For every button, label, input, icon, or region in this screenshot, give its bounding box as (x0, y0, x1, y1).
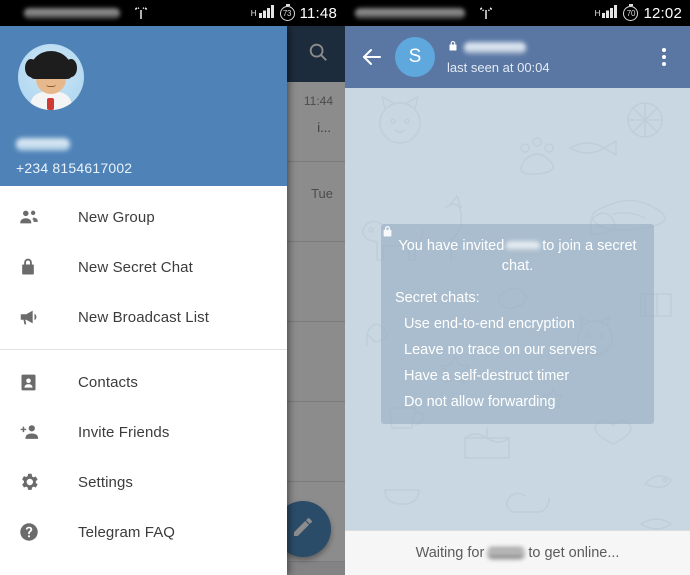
help-circle-icon (18, 521, 62, 543)
account-phone-number: +234 8154617002 (16, 160, 133, 176)
sidebar-item-label: New Broadcast List (78, 308, 210, 326)
avatar[interactable] (18, 44, 84, 110)
carrier-label-blurred (24, 7, 120, 19)
group-icon (18, 206, 62, 228)
clock-label: 11:48 (299, 4, 337, 22)
sidebar-item-settings[interactable]: Settings (0, 457, 287, 507)
secret-chat-screen: S last seen at 00:04 You have invited to… (345, 26, 690, 575)
signal-bars-icon (602, 4, 618, 23)
lock-icon (447, 39, 459, 58)
contact-card-icon (18, 372, 62, 393)
battery-circle-icon: 73 (279, 3, 295, 21)
add-person-icon (18, 421, 62, 443)
lock-icon (18, 256, 62, 278)
contact-name-blurred (487, 547, 526, 559)
waiting-status-bar: Waiting for to get online... (345, 530, 690, 575)
secret-chats-heading: Secret chats: (395, 290, 480, 306)
overflow-menu-icon[interactable] (650, 48, 678, 66)
feature-label: Leave no trace on our servers (404, 342, 597, 358)
feature-row: Have a self-destruct timer (383, 226, 640, 384)
navigation-drawer: +234 8154617002 New Group New Secret Cha… (0, 26, 287, 575)
feature-row: Do not allow forwarding (383, 226, 640, 410)
back-arrow-icon[interactable] (357, 45, 387, 69)
contact-name-blurred (506, 240, 541, 252)
clock-label: 12:02 (643, 4, 682, 22)
sidebar-item-new-secret-chat[interactable]: New Secret Chat (0, 242, 287, 292)
wifi-icon (132, 6, 150, 20)
drawer-menu: New Group New Secret Chat New Broadcast … (0, 186, 287, 575)
battery-circle-icon: 70 (623, 3, 639, 21)
status-icons-right: H 70 12:02 (594, 3, 684, 23)
status-icons-left: H 73 11:48 (250, 3, 339, 23)
signal-bars-icon (258, 4, 275, 23)
screenshot-stage: H 73 11:48 11:44 i... Tue +234 815461700… (0, 0, 690, 575)
feature-row: Leave no trace on our servers (383, 226, 640, 358)
waiting-prefix: Waiting for (415, 545, 485, 561)
feature-row: Use end-to-end encryption (383, 226, 640, 332)
chat-wallpaper: You have invited to join a secret chat. S… (345, 88, 690, 530)
status-bar-left: H 73 11:48 (0, 0, 345, 26)
sidebar-item-contacts[interactable]: Contacts (0, 357, 287, 407)
sidebar-item-label: Contacts (78, 373, 138, 391)
carrier-label-blurred (355, 7, 465, 19)
sidebar-item-label: Invite Friends (78, 423, 170, 441)
drawer-divider (0, 349, 287, 350)
network-type-label: H (594, 8, 601, 18)
gear-icon (18, 471, 62, 493)
avatar[interactable]: S (395, 37, 435, 77)
sidebar-item-invite-friends[interactable]: Invite Friends (0, 407, 287, 457)
sidebar-item-label: Settings (78, 473, 133, 491)
service-message-bubble: You have invited to join a secret chat. S… (381, 224, 654, 424)
invite-text: You have invited to join a secret chat. (395, 236, 640, 276)
waiting-suffix: to get online... (528, 545, 620, 561)
sidebar-item-new-broadcast-list[interactable]: New Broadcast List (0, 292, 287, 342)
left-app-body: 11:44 i... Tue +234 8154617002 New Group… (0, 26, 345, 575)
feature-label: Use end-to-end encryption (404, 316, 575, 332)
contact-status-label: last seen at 00:04 (447, 59, 550, 75)
right-screenshot: H 70 12:02 S last seen at 00:04 You have… (345, 0, 690, 575)
sidebar-item-label: Telegram FAQ (78, 523, 176, 541)
drawer-header[interactable]: +234 8154617002 (0, 26, 287, 186)
sidebar-item-new-group[interactable]: New Group (0, 192, 287, 242)
sidebar-item-label: New Group (78, 208, 155, 226)
account-name-blurred (16, 138, 70, 151)
left-screenshot: H 73 11:48 11:44 i... Tue +234 815461700… (0, 0, 345, 575)
chat-action-bar: S last seen at 00:04 (345, 26, 690, 88)
invite-prefix: You have invited (398, 238, 505, 254)
chat-title-block[interactable]: last seen at 00:04 (447, 40, 650, 75)
contact-name-blurred (464, 42, 526, 54)
megaphone-icon (18, 306, 62, 328)
network-type-label: H (250, 8, 257, 18)
feature-label: Have a self-destruct timer (404, 368, 570, 384)
sidebar-item-label: New Secret Chat (78, 258, 193, 276)
sidebar-item-telegram-faq[interactable]: Telegram FAQ (0, 507, 287, 557)
wifi-icon (477, 6, 495, 20)
status-bar-right: H 70 12:02 (345, 0, 690, 26)
feature-label: Do not allow forwarding (404, 394, 556, 410)
